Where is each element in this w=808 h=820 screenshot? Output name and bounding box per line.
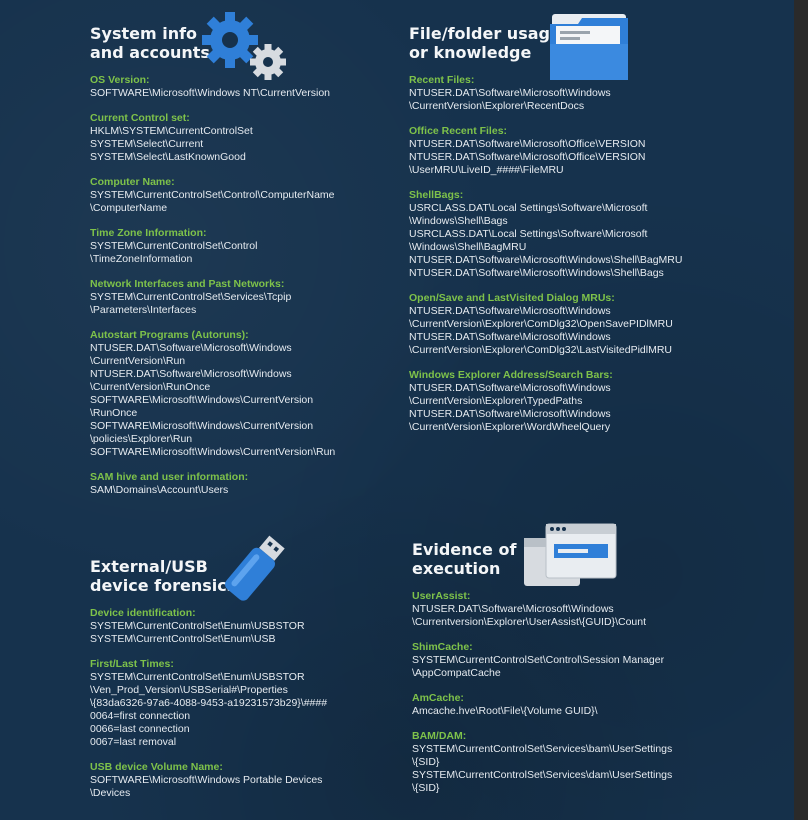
registry-item: BAM/DAM: SYSTEM\CurrentControlSet\Service… (412, 730, 732, 795)
registry-path-line: SOFTWARE\Microsoft\Windows\CurrentVersio… (90, 420, 314, 432)
registry-path-line: NTUSER.DAT\Software\Microsoft\Windows (412, 603, 614, 615)
registry-path-line: \CurrentVersion\Explorer\RecentDocs (409, 100, 585, 112)
registry-item-label: Computer Name: (90, 176, 175, 188)
registry-item: Current Control set: HKLM\SYSTEM\CurrentC… (90, 112, 390, 164)
registry-path-line: \CurrentVersion\Explorer\ComDlg32\OpenSa… (409, 318, 673, 330)
window-edge (794, 0, 808, 820)
registry-path-line: Amcache.hve\Root\File\{Volume GUID}\ (412, 705, 598, 717)
registry-path-line: SYSTEM\CurrentControlSet\Services\bam\Us… (412, 743, 673, 755)
registry-path-line: \CurrentVersion\Explorer\WordWheelQuery (409, 421, 611, 433)
registry-path-line: SYSTEM\CurrentControlSet\Control\Compute… (90, 189, 335, 201)
registry-item: UserAssist: NTUSER.DAT\Software\Microsoft… (412, 590, 732, 629)
registry-path-line: \CurrentVersion\Explorer\TypedPaths (409, 395, 583, 407)
registry-path-line: SYSTEM\CurrentControlSet\Enum\USBSTOR (90, 671, 305, 683)
registry-path-line: SYSTEM\CurrentControlSet\Enum\USB (90, 633, 276, 645)
registry-item: First/Last Times: SYSTEM\CurrentControlSe… (90, 658, 390, 749)
registry-path-line: NTUSER.DAT\Software\Microsoft\Windows\Sh… (409, 254, 683, 266)
registry-item: Autostart Programs (Autoruns): NTUSER.DAT… (90, 329, 390, 459)
registry-path-line: \Currentversion\Explorer\UserAssist\{GUI… (412, 616, 646, 628)
registry-item-label: UserAssist: (412, 590, 471, 602)
registry-item-label: ShellBags: (409, 189, 464, 201)
registry-path-line: NTUSER.DAT\Software\Microsoft\Windows\Sh… (409, 267, 664, 279)
registry-item-label: ShimCache: (412, 641, 473, 653)
registry-item-label: Time Zone Information: (90, 227, 207, 239)
registry-item: AmCache: Amcache.hve\Root\File\{Volume GU… (412, 692, 732, 718)
registry-item: ShimCache: SYSTEM\CurrentControlSet\Contr… (412, 641, 732, 680)
registry-path-line: \AppCompatCache (412, 667, 501, 679)
registry-path-line: SYSTEM\CurrentControlSet\Control\Session… (412, 654, 665, 666)
registry-path-line: \Windows\Shell\Bags (409, 215, 508, 227)
registry-path-line: \Ven_Prod_Version\USBSerial#\Properties (90, 684, 288, 696)
registry-path-line: SOFTWARE\Microsoft\Windows\CurrentVersio… (90, 394, 314, 406)
usb-drive-icon (225, 535, 285, 601)
registry-path-line: NTUSER.DAT\Software\Microsoft\Windows (409, 408, 611, 420)
registry-path-line: NTUSER.DAT\Software\Microsoft\Office\VER… (409, 138, 646, 150)
section-file-folder-usage: File/folder usage or knowledge Recent Fi… (409, 24, 729, 434)
registry-path-line: USRCLASS.DAT\Local Settings\Software\Mic… (409, 228, 648, 240)
registry-path-line: SYSTEM\CurrentControlSet\Services\dam\Us… (412, 769, 673, 781)
registry-path-line: SYSTEM\Select\Current (90, 138, 204, 150)
registry-item-label: Autostart Programs (Autoruns): (90, 329, 249, 341)
registry-path-line: \UserMRU\LiveID_####\FileMRU (409, 164, 564, 176)
registry-path-line: 0067=last removal (90, 736, 177, 748)
registry-item-label: AmCache: (412, 692, 464, 704)
registry-path-line: \{83da6326-97a6-4088-9453-a19231573b29}\… (90, 697, 328, 709)
registry-path-line: SYSTEM\CurrentControlSet\Services\Tcpip (90, 291, 292, 303)
registry-path-line: NTUSER.DAT\Software\Microsoft\Windows (409, 331, 611, 343)
registry-path-line: \Windows\Shell\BagMRU (409, 241, 527, 253)
registry-item: SAM hive and user information: SAM\Domain… (90, 471, 390, 497)
registry-path-line: NTUSER.DAT\Software\Microsoft\Windows (409, 305, 611, 317)
folder-icon (550, 14, 628, 80)
registry-path-line: \ComputerName (90, 202, 168, 214)
registry-path-line: NTUSER.DAT\Software\Microsoft\Windows (90, 342, 292, 354)
registry-path-line: \Devices (90, 787, 131, 799)
registry-path-line: \TimeZoneInformation (90, 253, 193, 265)
gears-icon (202, 12, 286, 80)
registry-path-line: SOFTWARE\Microsoft\Windows Portable Devi… (90, 774, 323, 786)
registry-item: Open/Save and LastVisited Dialog MRUs: NT… (409, 292, 729, 357)
registry-item-label: BAM/DAM: (412, 730, 467, 742)
registry-path-line: SYSTEM\Select\LastKnownGood (90, 151, 246, 163)
registry-path-line: NTUSER.DAT\Software\Microsoft\Office\VER… (409, 151, 646, 163)
registry-path-line: SAM\Domains\Account\Users (90, 484, 229, 496)
registry-path-line: \CurrentVersion\Run (90, 355, 186, 367)
registry-item: ShellBags: USRCLASS.DAT\Local Settings\So… (409, 189, 729, 280)
registry-path-line: SOFTWARE\Microsoft\Windows\CurrentVersio… (90, 446, 336, 458)
registry-item-label: Office Recent Files: (409, 125, 508, 137)
registry-path-line: 0066=last connection (90, 723, 190, 735)
registry-item: Device identification: SYSTEM\CurrentCont… (90, 607, 390, 646)
registry-item-label: SAM hive and user information: (90, 471, 249, 483)
registry-path-line: NTUSER.DAT\Software\Microsoft\Windows (90, 368, 292, 380)
section-system-info: System info and accounts OS Version: SOFT… (90, 24, 390, 497)
registry-item-label: First/Last Times: (90, 658, 174, 670)
registry-path-line: \policies\Explorer\Run (90, 433, 193, 445)
registry-item: Network Interfaces and Past Networks: SYS… (90, 278, 390, 317)
registry-path-line: \{SID} (412, 782, 440, 794)
registry-path-line: SYSTEM\CurrentControlSet\Enum\USBSTOR (90, 620, 305, 632)
registry-path-line: HKLM\SYSTEM\CurrentControlSet (90, 125, 253, 137)
registry-path-line: NTUSER.DAT\Software\Microsoft\Windows (409, 382, 611, 394)
registry-path-line: SYSTEM\CurrentControlSet\Control (90, 240, 258, 252)
registry-path-line: USRCLASS.DAT\Local Settings\Software\Mic… (409, 202, 648, 214)
registry-path-line: NTUSER.DAT\Software\Microsoft\Windows (409, 87, 611, 99)
app-windows-icon (524, 523, 617, 586)
registry-item-label: Windows Explorer Address/Search Bars: (409, 369, 613, 381)
registry-item-label: USB device Volume Name: (90, 761, 223, 773)
registry-item-label: Current Control set: (90, 112, 190, 124)
registry-path-line: SOFTWARE\Microsoft\Windows NT\CurrentVer… (90, 87, 330, 99)
registry-item-label: Device identification: (90, 607, 196, 619)
registry-path-line: \CurrentVersion\Explorer\ComDlg32\LastVi… (409, 344, 672, 356)
registry-item: Office Recent Files: NTUSER.DAT\Software\… (409, 125, 729, 177)
registry-item: Time Zone Information: SYSTEM\CurrentCont… (90, 227, 390, 266)
registry-item: Computer Name: SYSTEM\CurrentControlSet\C… (90, 176, 390, 215)
registry-item-label: Open/Save and LastVisited Dialog MRUs: (409, 292, 615, 304)
registry-path-line: \{SID} (412, 756, 440, 768)
registry-path-line: 0064=first connection (90, 710, 191, 722)
registry-item: Windows Explorer Address/Search Bars: NTU… (409, 369, 729, 434)
registry-path-line: \RunOnce (90, 407, 138, 419)
registry-path-line: \CurrentVersion\RunOnce (90, 381, 211, 393)
registry-item: USB device Volume Name: SOFTWARE\Microsof… (90, 761, 390, 800)
registry-path-line: \Parameters\Interfaces (90, 304, 197, 316)
registry-item-label: Network Interfaces and Past Networks: (90, 278, 285, 290)
